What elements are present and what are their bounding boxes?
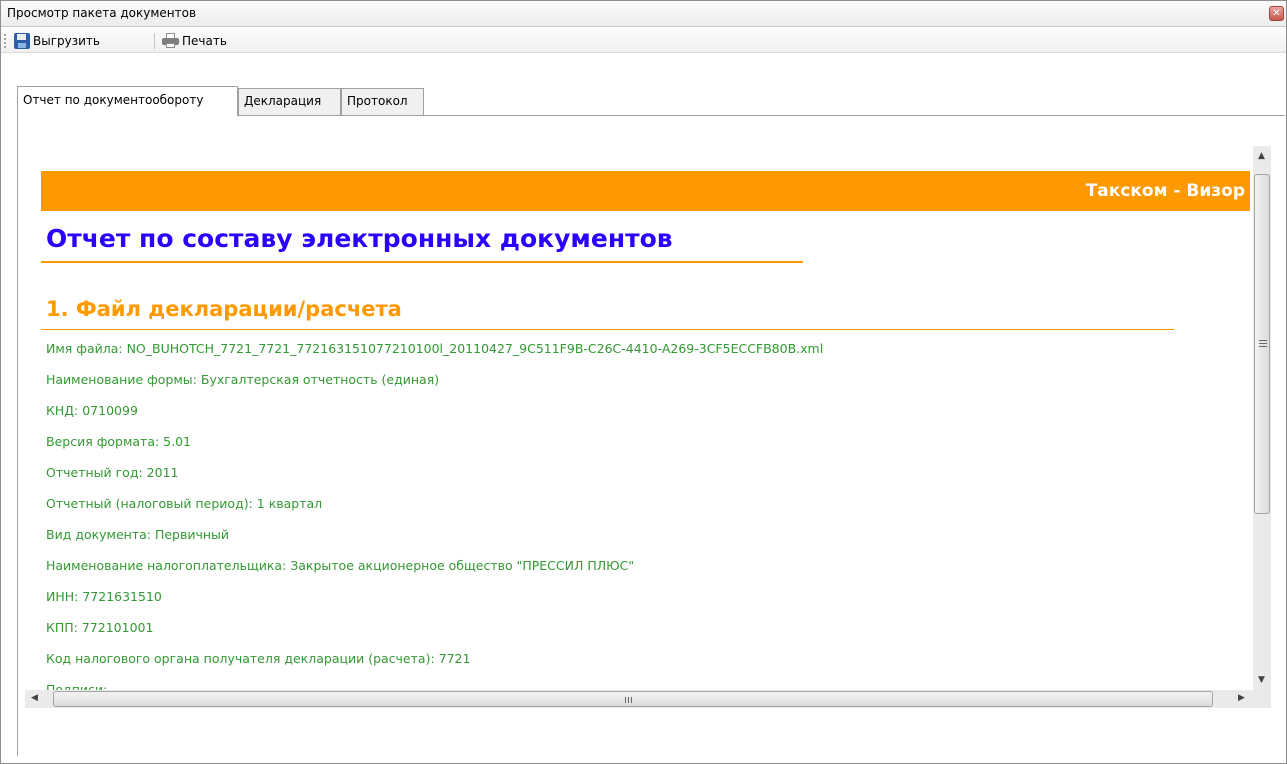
window-title: Просмотр пакета документов xyxy=(7,6,197,20)
printer-icon xyxy=(162,33,179,48)
tab-label: Декларация xyxy=(244,94,322,108)
toolbar-grip[interactable] xyxy=(4,34,7,48)
vertical-scrollbar[interactable]: ▲ ▼ xyxy=(1253,146,1271,690)
field-tax-period: Отчетный (налоговый период): 1 квартал xyxy=(46,496,323,511)
field-format-version: Версия формата: 5.01 xyxy=(46,434,192,449)
toolbar-separator xyxy=(154,33,155,49)
tab-label: Протокол xyxy=(347,94,408,108)
title-underline xyxy=(41,261,803,263)
banner-brand: Такском - Визор xyxy=(1085,181,1245,201)
horizontal-scroll-thumb[interactable] xyxy=(53,691,1213,707)
report-title: Отчет по составу электронных документов xyxy=(46,224,673,253)
tab-label: Отчет по документообороту xyxy=(23,93,204,107)
report-viewer: Такском - Визор Отчет по составу электро… xyxy=(25,146,1285,718)
tab-declaration[interactable]: Декларация xyxy=(238,88,341,116)
close-button[interactable]: ✕ xyxy=(1269,6,1284,21)
horizontal-scrollbar[interactable]: ◀ ▶ xyxy=(25,690,1253,708)
close-icon: ✕ xyxy=(1272,8,1281,19)
section-title: 1. Файл декларации/расчета xyxy=(46,297,402,321)
field-tax-authority-code: Код налогового органа получателя деклара… xyxy=(46,651,471,666)
tab-protocol[interactable]: Протокол xyxy=(341,88,424,116)
report-banner: Такском - Визор xyxy=(41,171,1250,211)
field-report-year: Отчетный год: 2011 xyxy=(46,465,179,480)
field-file-name: Имя файла: NO_BUHOTCH_7721_7721_77216315… xyxy=(46,341,824,356)
scroll-up-icon[interactable]: ▲ xyxy=(1258,152,1265,161)
vertical-scroll-thumb[interactable] xyxy=(1254,174,1270,514)
export-button[interactable]: Выгрузить xyxy=(11,30,103,51)
field-taxpayer-name: Наименование налогоплательщика: Закрытое… xyxy=(46,558,635,573)
grip-icon xyxy=(625,697,634,703)
field-knd: КНД: 0710099 xyxy=(46,403,138,418)
section-underline xyxy=(41,329,1174,330)
field-document-type: Вид документа: Первичный xyxy=(46,527,230,542)
floppy-disk-icon xyxy=(14,32,30,49)
scroll-left-icon[interactable]: ◀ xyxy=(31,694,38,703)
field-kpp: КПП: 772101001 xyxy=(46,620,154,635)
field-inn: ИНН: 7721631510 xyxy=(46,589,162,604)
field-form-name: Наименование формы: Бухгалтерская отчетн… xyxy=(46,372,440,387)
tab-document-flow-report[interactable]: Отчет по документообороту xyxy=(17,86,238,116)
scroll-down-icon[interactable]: ▼ xyxy=(1258,676,1265,685)
toolbar: Выгрузить Печать xyxy=(1,28,1286,53)
print-label: Печать xyxy=(182,33,227,48)
export-label: Выгрузить xyxy=(33,33,100,48)
title-bar: Просмотр пакета документов ✕ xyxy=(1,1,1286,27)
grip-icon xyxy=(1259,340,1267,347)
scroll-right-icon[interactable]: ▶ xyxy=(1238,694,1245,703)
print-button[interactable]: Печать xyxy=(159,30,230,51)
scrollbar-corner xyxy=(1253,690,1271,708)
